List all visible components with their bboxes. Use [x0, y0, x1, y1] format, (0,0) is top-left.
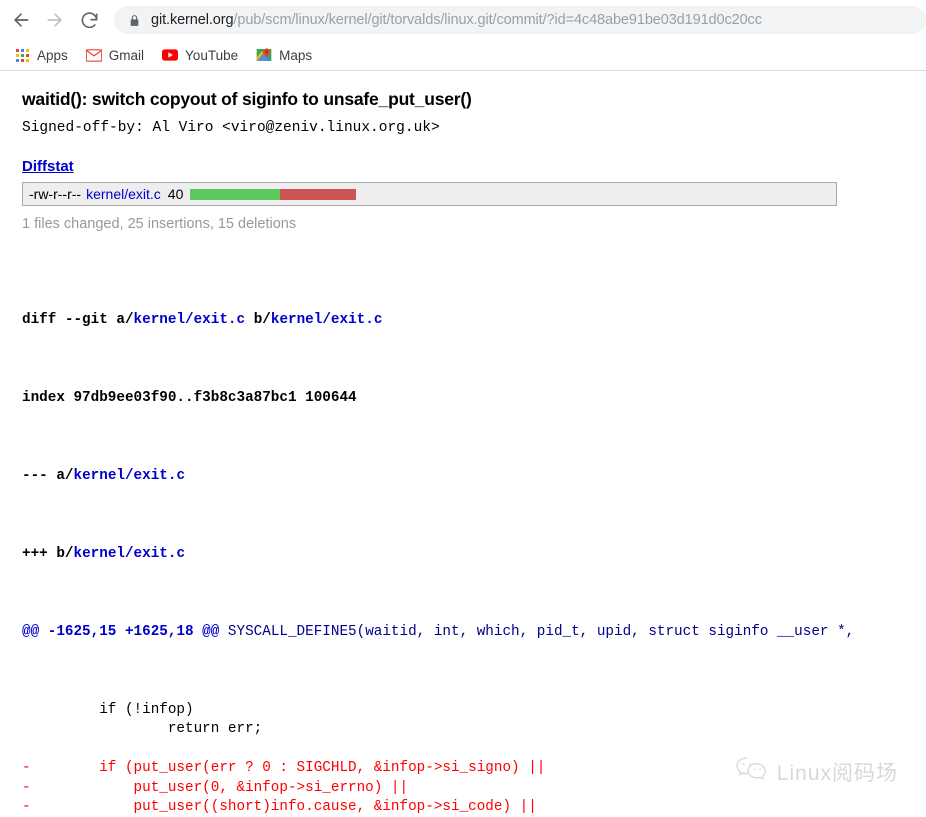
diff-new-path-link[interactable]: kernel/exit.c — [74, 546, 186, 562]
diffstat-summary: 1 files changed, 25 insertions, 15 delet… — [22, 216, 297, 232]
gmail-icon — [85, 47, 102, 63]
diff-old-prefix: a/ — [56, 467, 74, 484]
diff-hunk-header: @@ -1625,15 +1625,18 @@ SYSCALL_DEFINE5(… — [22, 623, 926, 643]
lock-icon — [128, 13, 141, 28]
bookmark-youtube[interactable]: YouTube — [154, 43, 246, 67]
diffstat-row: -rw-r--r-- kernel/exit.c 40 — [22, 182, 837, 206]
reload-button[interactable] — [74, 5, 104, 35]
diff-b-prefix: b/ — [253, 311, 271, 328]
diffstat-graph — [190, 188, 357, 200]
wechat-icon — [735, 755, 769, 788]
diffstat-deletions-bar — [280, 188, 357, 200]
diffstat-additions-bar — [190, 188, 281, 200]
diff-sep — [245, 312, 254, 328]
bookmark-label: Maps — [279, 47, 313, 63]
diff-content: diff --git a/kernel/exit.c b/kernel/exit… — [0, 232, 926, 817]
diff-git-pre: diff --git — [22, 311, 117, 328]
diff-a-prefix: a/ — [116, 311, 134, 328]
back-button[interactable] — [6, 5, 36, 35]
forward-arrow-icon — [45, 10, 65, 30]
watermark-text: Linux阅码场 — [776, 761, 898, 785]
watermark: Linux阅码场 — [735, 755, 898, 788]
maps-icon — [256, 47, 272, 63]
diff-hunk-context: SYSCALL_DEFINE5(waitid, int, which, pid_… — [219, 623, 855, 640]
diffstat-heading-link[interactable]: Diffstat — [0, 136, 74, 175]
diff-line-context: if (!infop) — [22, 701, 194, 718]
diff-line-deletion: - put_user((short)info.cause, &infop->si… — [22, 799, 537, 815]
diffstat-change-count: 40 — [167, 186, 184, 202]
diffstat-section: Diffstat -rw-r--r-- kernel/exit.c 40 1 f… — [0, 136, 926, 232]
url-host: git.kernel.org — [151, 12, 234, 28]
browser-chrome: git.kernel.org/pub/scm/linux/kernel/git/… — [0, 0, 926, 71]
url-path: /pub/scm/linux/kernel/git/torvalds/linux… — [233, 12, 762, 28]
bookmark-label: Gmail — [108, 47, 145, 63]
page-title: waitid(): switch copyout of siginfo to u… — [22, 89, 472, 109]
browser-toolbar: git.kernel.org/pub/scm/linux/kernel/git/… — [0, 0, 926, 40]
diff-line-new-file: +++ b/kernel/exit.c — [22, 545, 926, 565]
diff-a-path-link[interactable]: kernel/exit.c — [134, 312, 246, 328]
bookmarks-bar: Apps Gmail YouTube Maps — [0, 40, 926, 71]
bookmark-maps[interactable]: Maps — [248, 43, 320, 67]
commit-signed-off-by: Signed-off-by: Al Viro <viro@zeniv.linux… — [22, 120, 440, 136]
address-bar-url: git.kernel.org/pub/scm/linux/kernel/git/… — [151, 12, 762, 28]
address-bar[interactable]: git.kernel.org/pub/scm/linux/kernel/git/… — [114, 6, 926, 34]
diff-old-path-link[interactable]: kernel/exit.c — [74, 468, 186, 484]
diff-line-index: index 97db9ee03f90..f3b8c3a87bc1 100644 — [22, 389, 357, 406]
forward-button[interactable] — [40, 5, 70, 35]
diff-hunk-range: @@ -1625,15 +1625,18 @@ — [22, 623, 220, 640]
diff-minus-pre: --- — [22, 467, 57, 484]
diff-line-context: return err; — [22, 721, 263, 737]
back-arrow-icon — [11, 10, 31, 30]
diffstat-file-mode: -rw-r--r-- — [29, 186, 82, 202]
page-content: waitid(): switch copyout of siginfo to u… — [0, 71, 926, 816]
youtube-icon — [162, 47, 179, 63]
diff-new-prefix: b/ — [56, 545, 74, 562]
diffstat-file-link[interactable]: kernel/exit.c — [86, 186, 161, 202]
diff-line-old-file: --- a/kernel/exit.c — [22, 467, 926, 487]
diff-line-git-header: diff --git a/kernel/exit.c b/kernel/exit… — [22, 311, 926, 331]
bookmark-label: Apps — [37, 47, 68, 63]
bookmark-apps[interactable]: Apps — [6, 43, 76, 67]
reload-icon — [80, 11, 99, 30]
apps-grid-icon — [14, 47, 30, 63]
diff-plus-pre: +++ — [22, 545, 57, 562]
bookmark-gmail[interactable]: Gmail — [78, 43, 152, 67]
bookmark-label: YouTube — [185, 47, 239, 63]
diff-b-path-link[interactable]: kernel/exit.c — [271, 312, 383, 328]
